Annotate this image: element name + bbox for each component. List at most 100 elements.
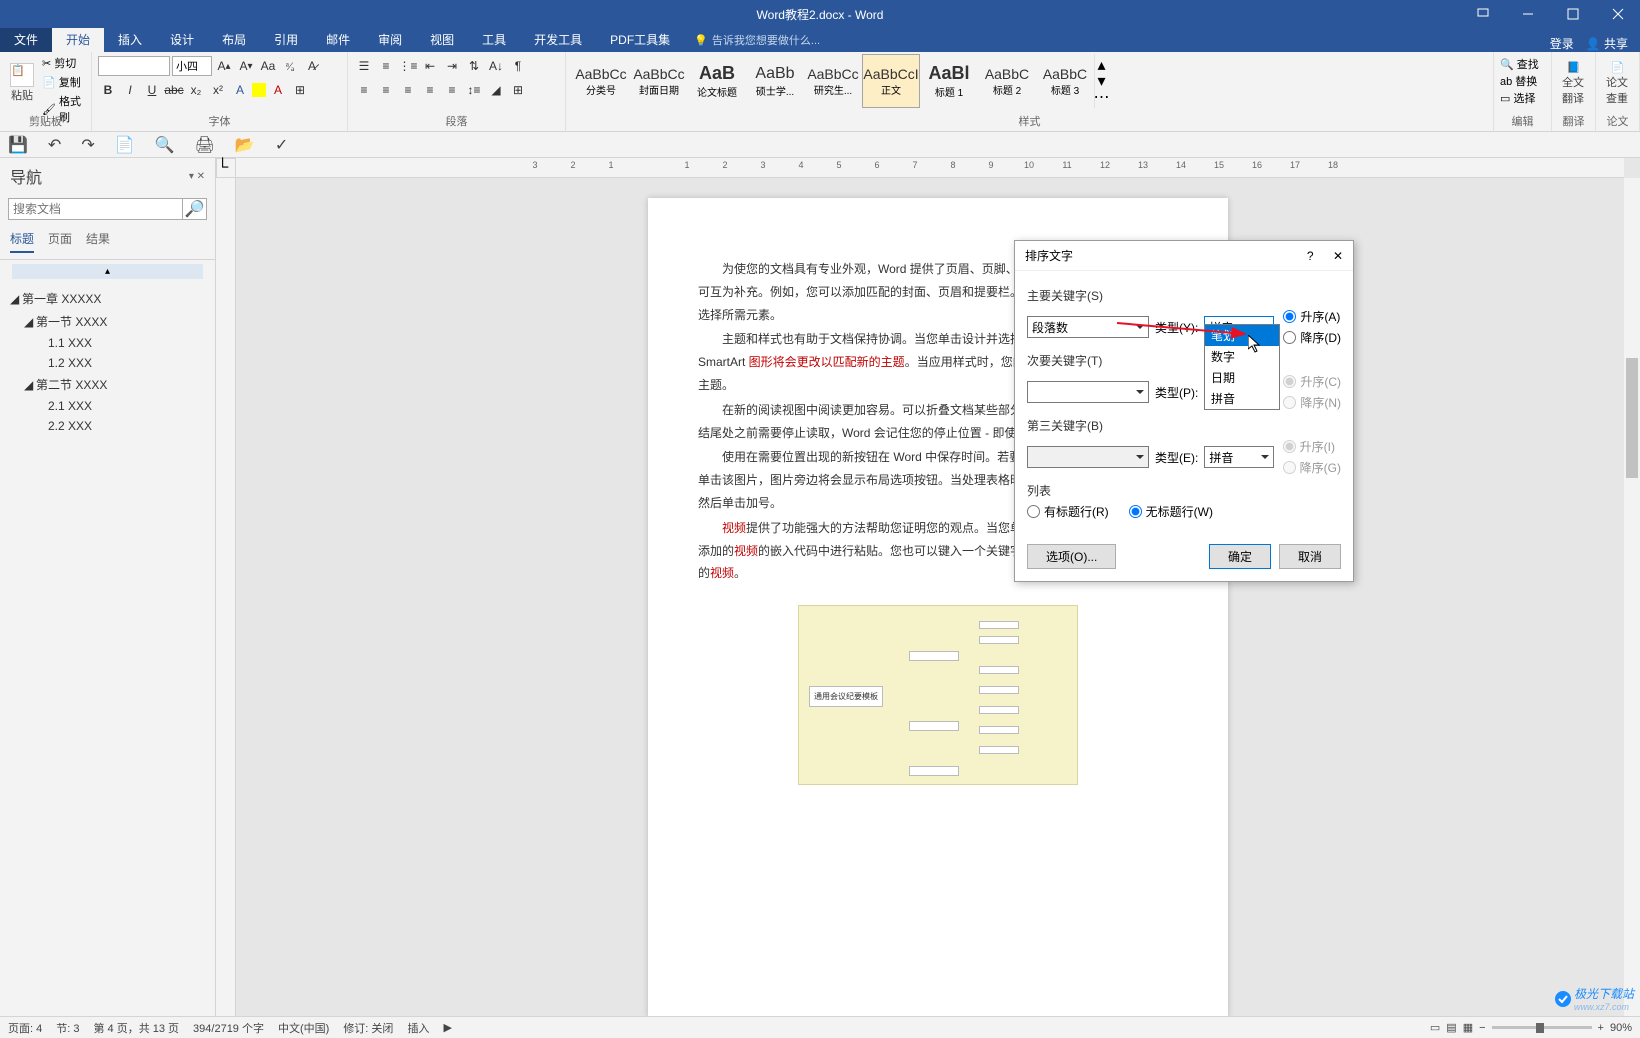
tab-file[interactable]: 文件 bbox=[0, 27, 52, 52]
vertical-scrollbar[interactable] bbox=[1624, 178, 1640, 1016]
nav-dropdown-icon[interactable]: ▾ ✕ bbox=[189, 171, 205, 182]
dropdown-item[interactable]: 数字 bbox=[1205, 346, 1279, 367]
web-layout-icon[interactable]: ▦ bbox=[1463, 1021, 1473, 1034]
find-button[interactable]: 🔍 查找 bbox=[1500, 56, 1539, 72]
open-icon[interactable]: 📂 bbox=[235, 135, 255, 155]
superscript-button[interactable]: x² bbox=[208, 80, 228, 100]
new-icon[interactable]: 📄 bbox=[115, 135, 135, 155]
decrease-indent-button[interactable]: ⇤ bbox=[420, 56, 440, 76]
ok-button[interactable]: 确定 bbox=[1209, 544, 1271, 569]
show-marks-button[interactable]: ¶ bbox=[508, 56, 528, 76]
sort-button[interactable]: A↓ bbox=[486, 56, 506, 76]
shading-button[interactable]: ◢ bbox=[486, 80, 506, 100]
nav-collapse-all[interactable]: ▴ bbox=[12, 264, 203, 279]
desc-n-radio[interactable]: 降序(N) bbox=[1283, 394, 1341, 411]
close-button[interactable] bbox=[1595, 0, 1640, 28]
nav-tab-results[interactable]: 结果 bbox=[86, 230, 110, 253]
asc-a-radio[interactable]: 升序(A) bbox=[1283, 308, 1341, 325]
align-center-button[interactable]: ≡ bbox=[376, 80, 396, 100]
asc-i-radio[interactable]: 升序(I) bbox=[1283, 438, 1341, 455]
change-case-button[interactable]: Aa bbox=[258, 56, 278, 76]
dropdown-item[interactable]: 拼音 bbox=[1205, 388, 1279, 409]
underline-button[interactable]: U bbox=[142, 80, 162, 100]
redo-icon[interactable]: ↷ bbox=[81, 135, 94, 155]
paste-button[interactable]: 📋 粘贴 bbox=[6, 54, 38, 112]
minimize-button[interactable] bbox=[1505, 0, 1550, 28]
style-gallery[interactable]: AaBbCc分类号 AaBbCc封面日期 AaB论文标题 AaBb硕士学... … bbox=[572, 54, 1108, 108]
nav-search-input[interactable] bbox=[9, 199, 182, 219]
tab-home[interactable]: 开始 bbox=[52, 27, 104, 52]
read-mode-icon[interactable]: ▭ bbox=[1430, 1021, 1440, 1034]
nav-item[interactable]: ◢第二节 XXXX bbox=[0, 373, 215, 396]
macro-record-icon[interactable]: ▶ bbox=[443, 1021, 451, 1034]
tab-developer[interactable]: 开发工具 bbox=[520, 27, 596, 52]
distributed-button[interactable]: ≡ bbox=[442, 80, 462, 100]
save-icon[interactable]: 💾 bbox=[8, 135, 28, 155]
numbering-button[interactable]: ≡ bbox=[376, 56, 396, 76]
tab-tools[interactable]: 工具 bbox=[468, 27, 520, 52]
clear-format-button[interactable]: A̷ bbox=[302, 56, 322, 76]
line-spacing-button[interactable]: ↕≡ bbox=[464, 80, 484, 100]
nav-item[interactable]: 1.1 XXX bbox=[0, 333, 215, 353]
gallery-more-icon[interactable]: ⋯ bbox=[1095, 89, 1108, 105]
cut-button[interactable]: ✂ 剪切 bbox=[40, 54, 85, 72]
tab-review[interactable]: 审阅 bbox=[364, 27, 416, 52]
nav-tab-headings[interactable]: 标题 bbox=[10, 230, 34, 253]
horizontal-ruler[interactable]: 321 123 4567 891011 121314 15161718 bbox=[236, 158, 1624, 178]
status-words[interactable]: 394/2719 个字 bbox=[193, 1020, 264, 1036]
type-e-combo[interactable]: 拼音 bbox=[1204, 446, 1274, 468]
print-icon[interactable]: 🖨 bbox=[195, 135, 215, 155]
grow-font-button[interactable]: A▴ bbox=[214, 56, 234, 76]
nav-search[interactable]: 🔎 bbox=[8, 198, 207, 220]
borders-button[interactable]: ⊞ bbox=[508, 80, 528, 100]
strike-button[interactable]: abc bbox=[164, 80, 184, 100]
maximize-button[interactable] bbox=[1550, 0, 1595, 28]
type-dropdown[interactable]: 笔划 数字 日期 拼音 bbox=[1204, 324, 1280, 410]
align-right-button[interactable]: ≡ bbox=[398, 80, 418, 100]
secondary-key-combo[interactable] bbox=[1027, 381, 1149, 403]
status-section[interactable]: 节: 3 bbox=[56, 1020, 79, 1036]
tab-references[interactable]: 引用 bbox=[260, 27, 312, 52]
nav-item[interactable]: 1.2 XXX bbox=[0, 353, 215, 373]
tab-design[interactable]: 设计 bbox=[156, 27, 208, 52]
font-size-combo[interactable] bbox=[172, 56, 212, 76]
share-button[interactable]: 👤 共享 bbox=[1586, 35, 1628, 52]
zoom-in-icon[interactable]: + bbox=[1598, 1022, 1604, 1034]
char-border-button[interactable]: ⊞ bbox=[290, 80, 310, 100]
status-insert[interactable]: 插入 bbox=[407, 1020, 429, 1036]
search-icon[interactable]: 🔎 bbox=[182, 199, 206, 219]
status-language[interactable]: 中文(中国) bbox=[278, 1020, 329, 1036]
zoom-level[interactable]: 90% bbox=[1610, 1022, 1632, 1034]
tab-insert[interactable]: 插入 bbox=[104, 27, 156, 52]
ribbon-options-icon[interactable] bbox=[1460, 0, 1505, 28]
tell-me-input[interactable]: 💡 告诉我您想要做什么... bbox=[684, 28, 830, 52]
spelling-icon[interactable]: ✓ bbox=[275, 135, 288, 155]
copy-button[interactable]: 📄 复制 bbox=[40, 73, 85, 91]
print-preview-icon[interactable]: 🔍 bbox=[155, 135, 175, 155]
justify-button[interactable]: ≡ bbox=[420, 80, 440, 100]
multilevel-button[interactable]: ⋮≡ bbox=[398, 56, 418, 76]
undo-icon[interactable]: ↶ bbox=[48, 135, 61, 155]
nav-item[interactable]: 2.1 XXX bbox=[0, 396, 215, 416]
bold-button[interactable]: B bbox=[98, 80, 118, 100]
nav-item[interactable]: 2.2 XXX bbox=[0, 416, 215, 436]
dropdown-item[interactable]: 日期 bbox=[1205, 367, 1279, 388]
select-button[interactable]: ▭ 选择 bbox=[1500, 90, 1535, 106]
vertical-ruler[interactable] bbox=[216, 178, 236, 1016]
tab-view[interactable]: 视图 bbox=[416, 27, 468, 52]
increase-indent-button[interactable]: ⇥ bbox=[442, 56, 462, 76]
nav-tab-pages[interactable]: 页面 bbox=[48, 230, 72, 253]
tab-pdf[interactable]: PDF工具集 bbox=[596, 27, 684, 52]
bullets-button[interactable]: ☰ bbox=[354, 56, 374, 76]
nav-item[interactable]: ◢第一章 XXXXX bbox=[0, 287, 215, 310]
print-layout-icon[interactable]: ▤ bbox=[1446, 1021, 1456, 1034]
nav-item[interactable]: ◢第一节 XXXX bbox=[0, 310, 215, 333]
zoom-slider[interactable] bbox=[1492, 1026, 1592, 1029]
asc-c-radio[interactable]: 升序(C) bbox=[1283, 373, 1341, 390]
align-left-button[interactable]: ≡ bbox=[354, 80, 374, 100]
italic-button[interactable]: I bbox=[120, 80, 140, 100]
status-track[interactable]: 修订: 关闭 bbox=[343, 1020, 393, 1036]
no-header-radio[interactable]: 无标题行(W) bbox=[1129, 503, 1213, 520]
shrink-font-button[interactable]: A▾ bbox=[236, 56, 256, 76]
highlight-button[interactable] bbox=[252, 83, 266, 97]
